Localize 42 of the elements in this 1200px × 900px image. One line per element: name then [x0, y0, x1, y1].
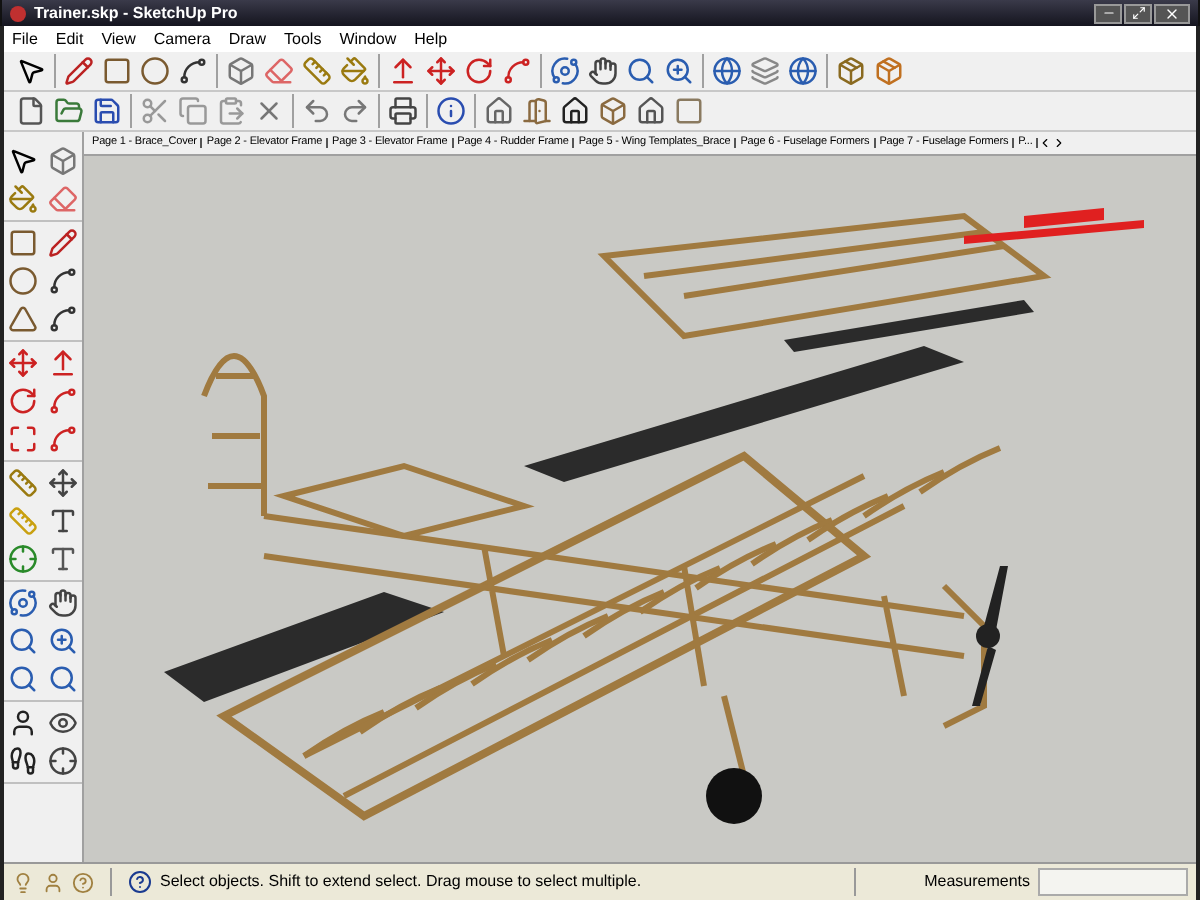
- menu-item[interactable]: Help: [414, 31, 448, 47]
- scroll-left-icon[interactable]: [1038, 136, 1053, 150]
- menu-item[interactable]: View: [101, 31, 136, 47]
- orbit-icon[interactable]: [546, 52, 584, 90]
- menu-item[interactable]: File: [12, 31, 38, 47]
- pan-icon[interactable]: [43, 584, 81, 622]
- measurements-label: Measurements: [924, 870, 1030, 894]
- circle-icon[interactable]: [136, 52, 174, 90]
- close-button[interactable]: [1154, 3, 1190, 23]
- info-icon[interactable]: [432, 92, 470, 130]
- move-icon[interactable]: [4, 344, 42, 382]
- pencil-icon[interactable]: [60, 52, 98, 90]
- menu-item[interactable]: Window: [339, 31, 397, 47]
- menu-item[interactable]: Edit: [55, 31, 84, 47]
- scroll-right-icon[interactable]: [1052, 136, 1067, 150]
- help-icon[interactable]: [128, 870, 152, 894]
- minimize-icon: [1101, 6, 1115, 20]
- minimize-button[interactable]: [1094, 3, 1122, 23]
- menu-item[interactable]: Camera: [153, 31, 211, 47]
- pencil-icon[interactable]: [43, 224, 81, 262]
- tape-measure-icon[interactable]: [4, 464, 42, 502]
- window-title: Trainer.skp - SketchUp Pro: [34, 5, 238, 21]
- menu-item[interactable]: Tools: [284, 31, 322, 47]
- circle-icon[interactable]: [4, 262, 42, 300]
- paint-bucket-icon[interactable]: [4, 180, 42, 218]
- tape-measure-icon[interactable]: [298, 52, 336, 90]
- propeller-drawing: [972, 566, 1008, 706]
- measurements-field[interactable]: [1038, 868, 1188, 896]
- wheel-drawing: [706, 768, 762, 824]
- model-viewport[interactable]: [84, 156, 1196, 862]
- status-hint: Select objects. Shift to extend select. Drag mouse to select multiple.: [160, 870, 642, 894]
- orbit-icon[interactable]: [4, 584, 42, 622]
- app-logo-icon: [10, 5, 26, 21]
- maximize-button[interactable]: [1124, 3, 1152, 23]
- pan-icon[interactable]: [584, 52, 622, 90]
- close-icon: [1164, 5, 1180, 21]
- eraser-icon[interactable]: [260, 52, 298, 90]
- move-icon[interactable]: [422, 52, 460, 90]
- maximize-icon: [1131, 6, 1145, 20]
- menu-item[interactable]: Draw: [228, 31, 267, 47]
- paint-bucket-icon[interactable]: [336, 52, 374, 90]
- printer-icon[interactable]: [384, 92, 422, 130]
